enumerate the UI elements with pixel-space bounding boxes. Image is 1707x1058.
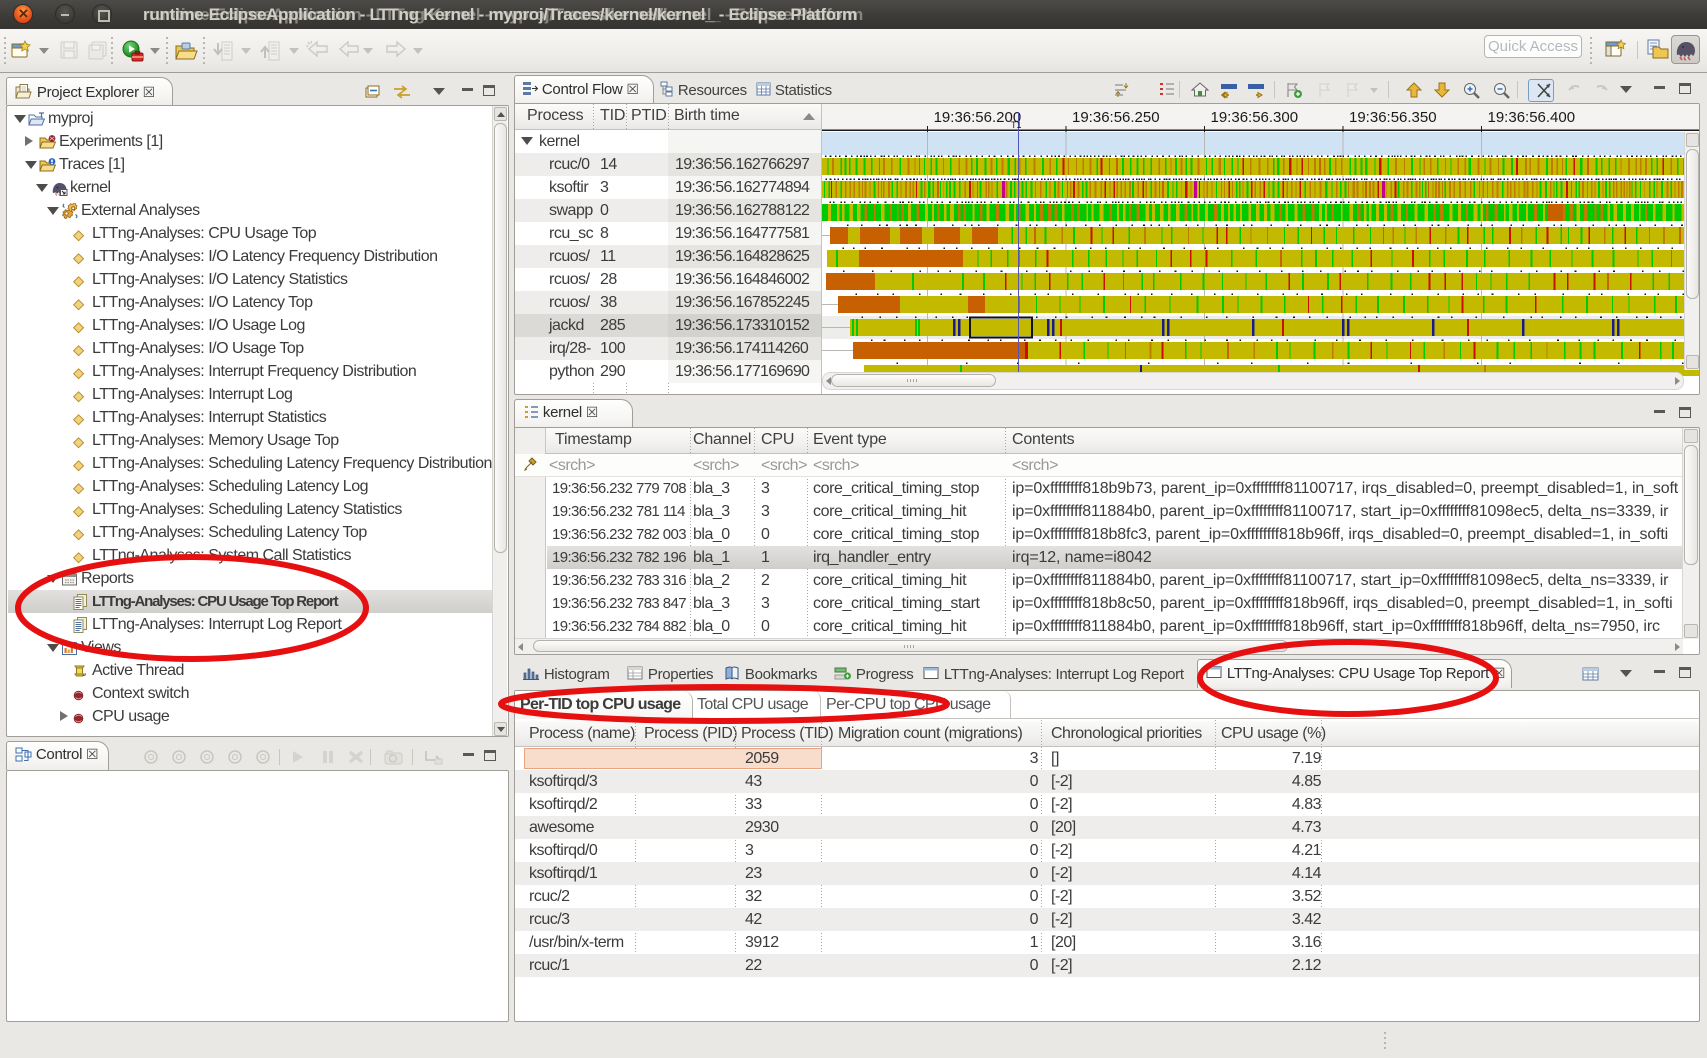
svg-text:19:36:56.250: 19:36:56.250	[1072, 109, 1160, 126]
svg-text:19:36:56.350: 19:36:56.350	[1349, 109, 1437, 126]
svg-text:T1: T1	[1011, 120, 1022, 130]
svg-text:19:36:56.200: 19:36:56.200	[934, 109, 1022, 126]
svg-text:19:36:56.400: 19:36:56.400	[1488, 109, 1576, 126]
svg-text:19:36:56.300: 19:36:56.300	[1211, 109, 1299, 126]
